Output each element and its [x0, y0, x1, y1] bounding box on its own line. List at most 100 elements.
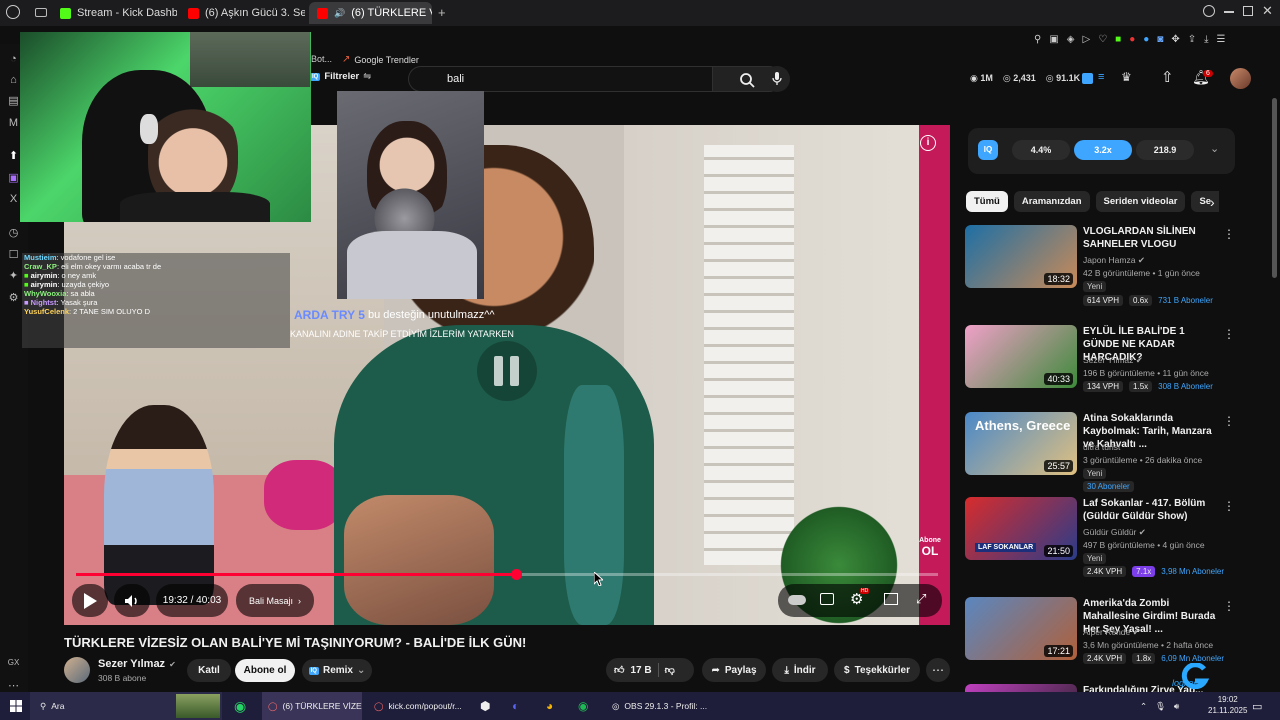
shield-icon[interactable]: ◈	[1067, 34, 1075, 45]
filters-button[interactable]: IQ Filtreler ⇋	[310, 71, 371, 82]
maximize-icon[interactable]	[1243, 6, 1253, 16]
play-button[interactable]	[72, 584, 108, 617]
avatar[interactable]	[1230, 68, 1251, 89]
pin-icon[interactable]: ⚲	[1034, 34, 1041, 45]
bag-icon[interactable]: ⌂	[7, 74, 20, 87]
speed-dial-icon[interactable]: ◔	[7, 53, 20, 66]
bookmark-icon[interactable]: ☐	[7, 249, 20, 262]
pause-overlay[interactable]	[477, 341, 537, 401]
video-thumbnail[interactable]: LAF SOKANLAR 21:50	[965, 497, 1077, 560]
gx-icon[interactable]: GX	[7, 656, 20, 669]
taskbar-app-obs[interactable]: ◎ OBS 29.1.3 - Profil: ...	[608, 692, 708, 720]
search-tabs-icon[interactable]	[1203, 5, 1215, 17]
search-input[interactable]: bali ✕	[408, 66, 740, 92]
metric-multiplier[interactable]: 3.2x	[1074, 140, 1132, 160]
chip-series[interactable]: Seriden videolar	[1095, 191, 1186, 212]
extensions-icon[interactable]: ✦	[7, 270, 20, 283]
m-app-icon[interactable]: M	[7, 117, 20, 130]
more-vert-icon[interactable]: ⋮	[1223, 227, 1235, 241]
settings-icon[interactable]: ⚙	[7, 292, 20, 305]
more-vert-icon[interactable]: ⋮	[1223, 414, 1235, 428]
tray-chevron-icon[interactable]: ⌃	[1140, 701, 1147, 712]
autoplay-toggle[interactable]	[788, 595, 806, 605]
subscribe-watermark[interactable]: Abone OL	[917, 535, 943, 557]
video-title[interactable]: Laf Sokanlar - 417. Bölüm (Güldür Güldür…	[1083, 497, 1218, 523]
more-vert-icon[interactable]: ⋮	[1223, 499, 1235, 513]
video-thumbnail[interactable]: 17:21	[965, 597, 1077, 660]
thumbs-up-icon[interactable]: 👍︎	[614, 664, 624, 676]
menu-icon[interactable]: ☰	[1217, 34, 1226, 45]
puzzle-icon[interactable]: ✥	[1171, 34, 1179, 45]
kick-sidebar-icon[interactable]: ⬆	[7, 150, 20, 163]
twitch-icon[interactable]: ▣	[7, 172, 20, 185]
remix-button[interactable]: IQ Remix ⌄	[302, 659, 372, 682]
video-thumbnail[interactable]: 18:32	[965, 225, 1077, 288]
video-title[interactable]: VLOGLARDAN SİLİNEN SAHNELER VLOGU	[1083, 225, 1218, 251]
recommended-video[interactable]: LAF SOKANLAR 21:50 Laf Sokanlar - 417. B…	[965, 497, 1235, 587]
history-icon[interactable]: ◷	[7, 227, 20, 240]
recommended-video[interactable]: 18:32 VLOGLARDAN SİLİNEN SAHNELER VLOGU …	[965, 225, 1235, 315]
opera-logo-icon[interactable]	[6, 5, 20, 19]
download-button[interactable]: ⤓ İndir	[772, 658, 828, 682]
metric-score[interactable]: 218.9	[1136, 140, 1194, 160]
share-button[interactable]: ➦ Paylaş	[702, 658, 766, 682]
news-icon[interactable]: ▤	[7, 95, 20, 108]
recommended-video[interactable]: Athens, Greece 25:57 Atina Sokaklarında …	[965, 412, 1235, 492]
more-vert-icon[interactable]: ⋮	[1223, 327, 1235, 341]
channel-avatar[interactable]	[64, 657, 90, 683]
chip-from-search[interactable]: Aramanızdan	[1013, 191, 1090, 212]
vidiq-icon[interactable]	[1082, 73, 1093, 84]
voice-search-button[interactable]	[764, 66, 790, 92]
taskbar-app-youtube[interactable]: ◯ (6) TÜRKLERE VİZES...	[262, 692, 362, 720]
minimize-icon[interactable]	[1224, 11, 1234, 13]
download-icon[interactable]: ⤓	[1204, 34, 1208, 45]
video-thumbnail[interactable]: 40:33	[965, 325, 1077, 388]
video-thumbnail[interactable]: Athens, Greece 25:57	[965, 412, 1077, 475]
speaker-icon[interactable]: 🔊	[334, 8, 345, 19]
taskbar-app-kick[interactable]: ◯ kick.com/popout/r...	[368, 692, 468, 720]
spotify-icon[interactable]: ◉	[578, 692, 588, 720]
translate-icon[interactable]: ◙	[1157, 34, 1163, 45]
vidiq-extension-icon[interactable]: ●	[1143, 34, 1149, 45]
chips-next-icon[interactable]: ›	[1210, 194, 1215, 210]
chrome-icon[interactable]: ◕	[546, 692, 553, 720]
more-actions-button[interactable]: ⋯	[926, 658, 950, 682]
share-icon[interactable]: ⇪	[1188, 34, 1196, 45]
video-thumbnail[interactable]	[965, 684, 1077, 692]
tab-turklere-vizesiz[interactable]: 🔊 (6) TÜRKLERE VİZES	[309, 2, 432, 24]
speaker-icon[interactable]: 🔊︎	[1174, 701, 1179, 712]
notification-center-icon[interactable]: ▭	[1252, 692, 1262, 720]
progress-scrubber[interactable]	[510, 569, 522, 580]
progress-track[interactable]	[76, 569, 938, 580]
tab-menu-icon[interactable]	[35, 8, 47, 17]
fullscreen-icon[interactable]: ⤢	[916, 591, 926, 607]
channel-name[interactable]: Sezer Yılmaz ✔	[98, 658, 176, 670]
recommended-video[interactable]: 40:33 EYLÜL İLE BALİ'DE 1 GÜNDE NE KADAR…	[965, 325, 1235, 405]
whatsapp-icon[interactable]: ◉	[234, 692, 246, 720]
record-icon[interactable]: ●	[1129, 34, 1135, 45]
trophy-icon[interactable]: ♛	[1121, 70, 1132, 84]
chip-all[interactable]: Tümü	[966, 191, 1008, 212]
thanks-button[interactable]: $ Teşekkürler	[834, 658, 920, 682]
heart-icon[interactable]: ♡	[1098, 34, 1107, 45]
metric-engagement[interactable]: 4.4%	[1012, 140, 1070, 160]
info-icon[interactable]: i	[920, 135, 936, 151]
tab-kick-dashboard[interactable]: Stream - Kick Dashboard	[52, 2, 177, 24]
list-icon[interactable]: ≡	[1098, 71, 1104, 83]
taskbar-search[interactable]: ⚲ Ara	[30, 692, 222, 720]
chevron-down-icon[interactable]: ⌄	[1210, 142, 1219, 155]
close-window-icon[interactable]: ✕	[1262, 3, 1273, 19]
kick-extension-icon[interactable]: ■	[1115, 34, 1121, 45]
join-button[interactable]: Katıl	[187, 659, 231, 682]
bookmark-bot[interactable]: Bot...	[311, 54, 332, 64]
start-button[interactable]	[10, 692, 22, 720]
page-scrollbar[interactable]	[1272, 98, 1277, 278]
screenshot-icon[interactable]: ▣	[1049, 34, 1058, 45]
subtitles-icon[interactable]	[820, 593, 834, 605]
volume-button[interactable]	[114, 584, 150, 617]
discord-icon[interactable]: ◐	[512, 692, 519, 720]
new-tab-button[interactable]: +	[438, 5, 446, 20]
send-icon[interactable]: ▷	[1082, 34, 1090, 45]
x-icon[interactable]: X	[7, 193, 20, 206]
theater-mode-icon[interactable]	[884, 593, 898, 605]
